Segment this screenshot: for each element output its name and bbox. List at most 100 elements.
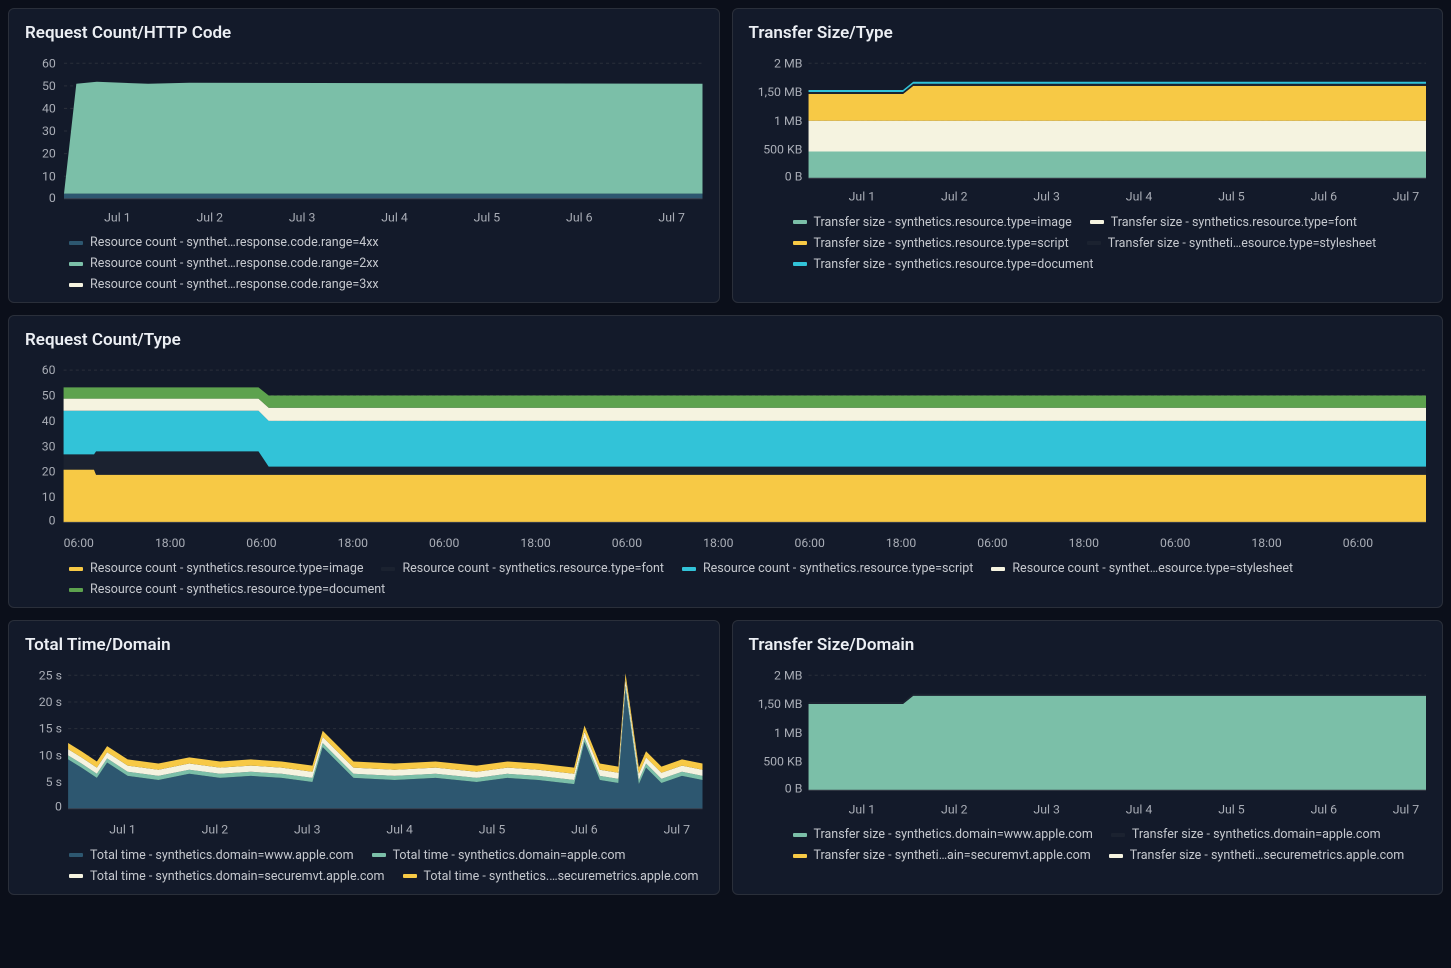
svg-text:Jul 3: Jul 3 (289, 211, 316, 225)
panel-title: Total Time/Domain (25, 635, 703, 655)
svg-text:20: 20 (42, 148, 56, 162)
legend-item[interactable]: Resource count - synthetics.resource.typ… (682, 561, 973, 576)
panel-request-count-http-code[interactable]: Request Count/HTTP Code 60 50 40 30 20 1… (8, 8, 720, 303)
svg-text:Jul 3: Jul 3 (1033, 803, 1060, 817)
legend-item[interactable]: Total time - synthetics.domain=apple.com (372, 848, 626, 863)
svg-text:Jul 5: Jul 5 (1218, 191, 1245, 205)
svg-text:06:00: 06:00 (1160, 536, 1190, 550)
svg-text:18:00: 18:00 (703, 536, 733, 550)
legend-item[interactable]: Transfer size - syntheti…securemetrics.a… (1109, 848, 1405, 863)
svg-text:30: 30 (42, 125, 56, 139)
svg-text:Jul 3: Jul 3 (1033, 191, 1060, 205)
legend-item[interactable]: Resource count - synthet…response.code.r… (69, 256, 379, 271)
svg-text:Jul 6: Jul 6 (1310, 191, 1337, 205)
panel-title: Transfer Size/Type (749, 23, 1427, 43)
svg-text:10 s: 10 s (39, 750, 62, 764)
legend-item[interactable]: Resource count - synthetics.resource.typ… (381, 561, 663, 576)
svg-text:Jul 2: Jul 2 (941, 803, 968, 817)
svg-text:Jul 4: Jul 4 (386, 824, 413, 838)
svg-text:Jul 7: Jul 7 (658, 211, 685, 225)
svg-text:1 MB: 1 MB (774, 115, 802, 129)
svg-text:Jul 7: Jul 7 (1392, 191, 1419, 205)
legend: Resource count - synthetics.resource.typ… (25, 561, 1426, 597)
svg-text:18:00: 18:00 (520, 536, 550, 550)
panel-transfer-size-domain[interactable]: Transfer Size/Domain 2 MB 1,50 MB 1 MB 5… (732, 620, 1444, 894)
svg-text:50: 50 (42, 389, 56, 403)
panel-total-time-domain[interactable]: Total Time/Domain 25 s 20 s 15 s 10 s 5 … (8, 620, 720, 894)
svg-text:18:00: 18:00 (155, 536, 185, 550)
legend-item[interactable]: Total time - synthetics.domain=www.apple… (69, 848, 354, 863)
panel-transfer-size-type[interactable]: Transfer Size/Type 2 MB 1,50 MB 1 MB 500… (732, 8, 1444, 303)
svg-text:500 KB: 500 KB (763, 144, 802, 158)
legend-item[interactable]: Transfer size - synthetics.resource.type… (1090, 215, 1357, 230)
legend-item[interactable]: Transfer size - synthetics.resource.type… (793, 257, 1094, 272)
panel-title: Transfer Size/Domain (749, 635, 1427, 655)
svg-text:60: 60 (42, 364, 56, 378)
svg-text:1,50 MB: 1,50 MB (757, 698, 802, 712)
dashboard-grid: Request Count/HTTP Code 60 50 40 30 20 1… (8, 8, 1443, 895)
svg-text:Jul 2: Jul 2 (197, 211, 224, 225)
svg-text:0 B: 0 B (784, 783, 802, 797)
svg-text:40: 40 (42, 103, 56, 117)
svg-text:15 s: 15 s (39, 723, 62, 737)
svg-text:Jul 2: Jul 2 (202, 824, 229, 838)
svg-text:Jul 2: Jul 2 (941, 191, 968, 205)
svg-text:Jul 1: Jul 1 (109, 824, 136, 838)
svg-text:06:00: 06:00 (795, 536, 825, 550)
legend-item[interactable]: Transfer size - syntheti…ain=securemvt.a… (793, 848, 1091, 863)
svg-text:2 MB: 2 MB (774, 670, 802, 684)
svg-text:Jul 5: Jul 5 (479, 824, 506, 838)
svg-text:40: 40 (42, 414, 56, 428)
svg-text:Jul 4: Jul 4 (1125, 191, 1152, 205)
svg-text:06:00: 06:00 (429, 536, 459, 550)
legend-item[interactable]: Resource count - synthet…response.code.r… (69, 277, 379, 292)
svg-text:Jul 1: Jul 1 (848, 803, 875, 817)
legend-item[interactable]: Transfer size - synthetics.resource.type… (793, 236, 1069, 251)
legend: Total time - synthetics.domain=www.apple… (25, 848, 703, 884)
svg-text:Jul 1: Jul 1 (848, 191, 875, 205)
svg-text:20: 20 (42, 465, 56, 479)
svg-text:25 s: 25 s (39, 670, 62, 684)
svg-text:18:00: 18:00 (1069, 536, 1099, 550)
svg-text:0 B: 0 B (784, 170, 802, 184)
svg-text:2 MB: 2 MB (774, 57, 802, 71)
legend-item[interactable]: Total time - synthetics.domain=securemvt… (69, 869, 385, 884)
legend-item[interactable]: Transfer size - syntheti…esource.type=st… (1087, 236, 1377, 251)
svg-text:0: 0 (49, 514, 56, 528)
legend-item[interactable]: Resource count - synthet…response.code.r… (69, 235, 379, 250)
legend: Transfer size - synthetics.resource.type… (749, 215, 1427, 272)
svg-text:Jul 1: Jul 1 (104, 211, 131, 225)
legend-item[interactable]: Resource count - synthet…esource.type=st… (991, 561, 1293, 576)
svg-text:Jul 7: Jul 7 (664, 824, 691, 838)
legend-item[interactable]: Total time - synthetics.…securemetrics.a… (403, 869, 699, 884)
svg-text:1 MB: 1 MB (774, 727, 802, 741)
panel-request-count-type[interactable]: Request Count/Type 60 50 40 30 20 10 0 (8, 315, 1443, 608)
svg-text:Jul 4: Jul 4 (381, 211, 408, 225)
svg-text:06:00: 06:00 (977, 536, 1007, 550)
chart: 60 50 40 30 20 10 0 (25, 53, 703, 227)
svg-text:Jul 7: Jul 7 (1392, 803, 1419, 817)
svg-text:Jul 6: Jul 6 (571, 824, 598, 838)
svg-text:Jul 6: Jul 6 (566, 211, 593, 225)
chart: 60 50 40 30 20 10 0 (25, 360, 1426, 553)
svg-text:Jul 4: Jul 4 (1125, 803, 1152, 817)
svg-text:06:00: 06:00 (246, 536, 276, 550)
legend-item[interactable]: Transfer size - synthetics.domain=www.ap… (793, 827, 1093, 842)
svg-text:1,50 MB: 1,50 MB (757, 86, 802, 100)
svg-text:18:00: 18:00 (1251, 536, 1281, 550)
legend-item[interactable]: Resource count - synthetics.resource.typ… (69, 582, 385, 597)
legend-item[interactable]: Transfer size - synthetics.resource.type… (793, 215, 1072, 230)
svg-text:20 s: 20 s (39, 696, 62, 710)
svg-text:Jul 5: Jul 5 (1218, 803, 1245, 817)
svg-text:Jul 3: Jul 3 (294, 824, 321, 838)
legend-item[interactable]: Resource count - synthetics.resource.typ… (69, 561, 363, 576)
legend: Resource count - synthet…response.code.r… (25, 235, 703, 292)
legend: Transfer size - synthetics.domain=www.ap… (749, 827, 1427, 863)
svg-text:Jul 5: Jul 5 (474, 211, 501, 225)
svg-text:Jul 6: Jul 6 (1310, 803, 1337, 817)
svg-text:500 KB: 500 KB (763, 756, 802, 770)
svg-text:50: 50 (42, 80, 56, 94)
svg-text:10: 10 (42, 491, 56, 505)
legend-item[interactable]: Transfer size - synthetics.domain=apple.… (1111, 827, 1381, 842)
svg-text:0: 0 (55, 801, 62, 815)
